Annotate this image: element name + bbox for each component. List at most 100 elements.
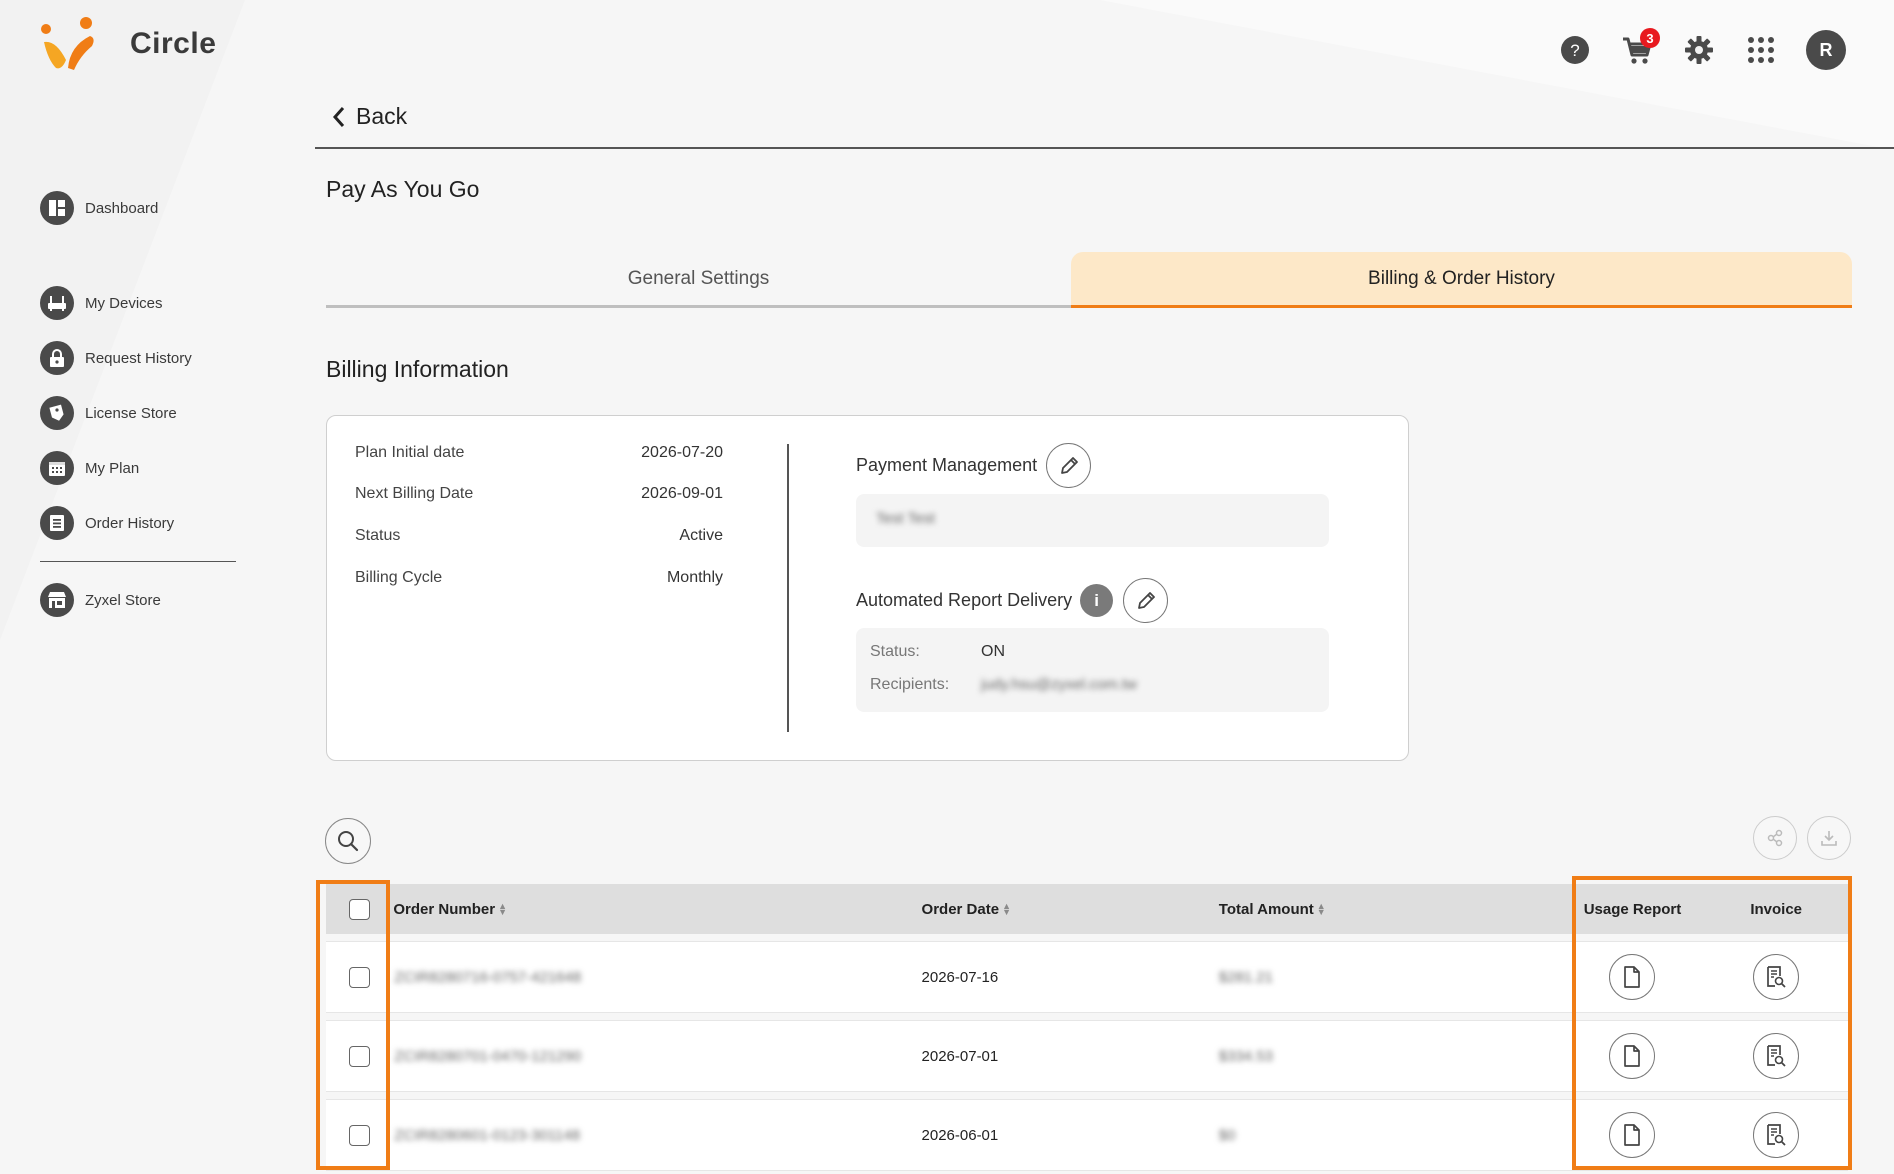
total-amount: $281.21 bbox=[1218, 968, 1274, 986]
search-icon bbox=[338, 831, 359, 852]
store-icon bbox=[40, 583, 74, 617]
back-label: Back bbox=[356, 103, 408, 129]
gear-icon[interactable] bbox=[1682, 33, 1716, 67]
row-select-cell bbox=[326, 1124, 392, 1146]
order-number: ZCIR8280716-0757-421648 bbox=[394, 968, 582, 986]
page-title: Pay As You Go bbox=[326, 176, 480, 202]
row-select-cell bbox=[326, 1045, 392, 1067]
report-delivery-box: Status: ON Recipients: judy.hsu@zyxel.co… bbox=[856, 628, 1329, 712]
row-checkbox[interactable] bbox=[348, 1124, 370, 1146]
card-divider bbox=[787, 444, 789, 732]
sidebar-item-my-devices[interactable]: My Devices bbox=[40, 285, 240, 321]
select-all-cell bbox=[326, 898, 392, 920]
usage-report-button[interactable] bbox=[1609, 1033, 1656, 1079]
usage-report-cell bbox=[1561, 1033, 1705, 1079]
document-icon bbox=[1624, 966, 1641, 988]
total-amount: $334.53 bbox=[1218, 1047, 1274, 1065]
info-value: Monthly bbox=[666, 569, 723, 586]
usage-report-button[interactable] bbox=[1609, 1112, 1656, 1158]
cart-badge: 3 bbox=[1640, 28, 1660, 48]
column-order-number[interactable]: Order Number ▲ ▼ bbox=[392, 901, 921, 918]
status-row: Status Active bbox=[355, 527, 723, 545]
sidebar-item-zyxel-store[interactable]: Zyxel Store bbox=[40, 582, 240, 618]
invoice-button[interactable] bbox=[1753, 1112, 1800, 1158]
document-icon bbox=[1624, 1124, 1641, 1146]
report-delivery-header: Automated Report Delivery i bbox=[856, 578, 1169, 623]
payment-management-label: Payment Management bbox=[856, 455, 1038, 475]
order-number-cell: ZCIR8280701-0470-121290 bbox=[392, 1048, 921, 1065]
sidebar-item-dashboard[interactable]: Dashboard bbox=[40, 190, 240, 226]
table-row: ZCIR8280601-0123-301148 2026-06-01 $0 bbox=[326, 1099, 1848, 1171]
sidebar-item-my-plan[interactable]: My Plan bbox=[40, 450, 240, 486]
apps-grid-icon[interactable] bbox=[1744, 33, 1778, 67]
invoice-button[interactable] bbox=[1753, 1033, 1800, 1079]
column-order-date[interactable]: Order Date ▲ ▼ bbox=[922, 901, 1219, 918]
sidebar-item-label: My Plan bbox=[85, 459, 140, 477]
order-date-cell: 2026-07-01 bbox=[921, 1047, 999, 1065]
report-recipients-row: Recipients: judy.hsu@zyxel.com.tw bbox=[870, 676, 1137, 694]
report-status-value: ON bbox=[981, 643, 1005, 660]
select-all-checkbox[interactable] bbox=[348, 898, 370, 920]
table-row: ZCIR8280701-0470-121290 2026-07-01 $334.… bbox=[326, 1020, 1848, 1092]
payment-management-header: Payment Management bbox=[856, 443, 1092, 488]
order-table: Order Number ▲ ▼ Order Date ▲ ▼ Total Amou… bbox=[326, 884, 1848, 1171]
sidebar-item-label: Zyxel Store bbox=[85, 591, 161, 609]
share-button[interactable] bbox=[1753, 816, 1797, 860]
header-divider bbox=[315, 147, 1894, 149]
edit-report-delivery-button[interactable] bbox=[1123, 578, 1169, 623]
tag-icon bbox=[40, 396, 74, 430]
app-name: Circle bbox=[130, 27, 217, 60]
tab-bar: General Settings Billing & Order History bbox=[326, 252, 1852, 308]
share-icon bbox=[1767, 829, 1783, 847]
sidebar-item-label: License Store bbox=[85, 404, 177, 422]
column-total-amount[interactable]: Total Amount ▲ ▼ bbox=[1219, 901, 1561, 918]
usage-report-button[interactable] bbox=[1609, 954, 1656, 1000]
circle-logo-icon bbox=[41, 17, 94, 70]
order-number: ZCIR8280601-0123-301148 bbox=[394, 1126, 581, 1144]
invoice-button[interactable] bbox=[1753, 954, 1800, 1000]
search-button[interactable] bbox=[325, 818, 371, 864]
info-label: Next Billing Date bbox=[355, 485, 474, 502]
total-amount-cell: $0 bbox=[1219, 1127, 1561, 1144]
header-toolbar: ? 3 R bbox=[1558, 28, 1846, 70]
pencil-icon bbox=[1137, 591, 1155, 609]
column-header-label: Order Number bbox=[393, 900, 496, 918]
info-icon[interactable]: i bbox=[1080, 584, 1114, 617]
download-icon bbox=[1821, 831, 1837, 846]
column-header-label: Order Date bbox=[921, 900, 1000, 918]
order-number-cell: ZCIR8280601-0123-301148 bbox=[392, 1127, 921, 1144]
invoice-cell bbox=[1704, 1112, 1848, 1158]
calendar-icon bbox=[40, 451, 74, 485]
sidebar-item-label: My Devices bbox=[85, 294, 163, 312]
cart-button[interactable]: 3 bbox=[1620, 28, 1660, 67]
usage-report-cell bbox=[1561, 1112, 1705, 1158]
app-logo[interactable]: Circle bbox=[38, 16, 216, 72]
order-number-cell: ZCIR8280716-0757-421648 bbox=[392, 969, 921, 986]
sidebar-item-license-store[interactable]: License Store bbox=[40, 395, 240, 431]
total-amount-cell: $334.53 bbox=[1219, 1048, 1561, 1065]
sidebar-item-order-history[interactable]: Order History bbox=[40, 505, 240, 541]
back-button[interactable]: Back bbox=[330, 103, 407, 130]
row-checkbox[interactable] bbox=[348, 1045, 370, 1067]
usage-report-cell bbox=[1561, 954, 1705, 1000]
row-checkbox[interactable] bbox=[348, 966, 370, 988]
sidebar-item-request-history[interactable]: Request History bbox=[40, 340, 240, 376]
invoice-cell bbox=[1704, 1033, 1848, 1079]
edit-payment-button[interactable] bbox=[1046, 443, 1092, 488]
info-label: Billing Cycle bbox=[355, 569, 443, 586]
invoice-search-icon bbox=[1767, 966, 1786, 988]
billing-cycle-row: Billing Cycle Monthly bbox=[355, 569, 723, 587]
info-value: 2026-07-20 bbox=[641, 444, 723, 461]
pencil-icon bbox=[1060, 456, 1078, 474]
column-invoice: Invoice bbox=[1750, 900, 1802, 918]
help-icon[interactable]: ? bbox=[1558, 33, 1592, 67]
download-button[interactable] bbox=[1807, 816, 1851, 860]
table-row: ZCIR8280716-0757-421648 2026-07-16 $281.… bbox=[326, 941, 1848, 1013]
order-number: ZCIR8280701-0470-121290 bbox=[394, 1047, 582, 1065]
tab-billing-order-history[interactable]: Billing & Order History bbox=[1071, 252, 1852, 308]
tab-general-settings[interactable]: General Settings bbox=[326, 252, 1071, 308]
sidebar-item-label: Dashboard bbox=[85, 199, 159, 217]
info-value: 2026-09-01 bbox=[641, 485, 723, 502]
user-avatar[interactable]: R bbox=[1806, 30, 1846, 70]
invoice-search-icon bbox=[1767, 1045, 1786, 1067]
